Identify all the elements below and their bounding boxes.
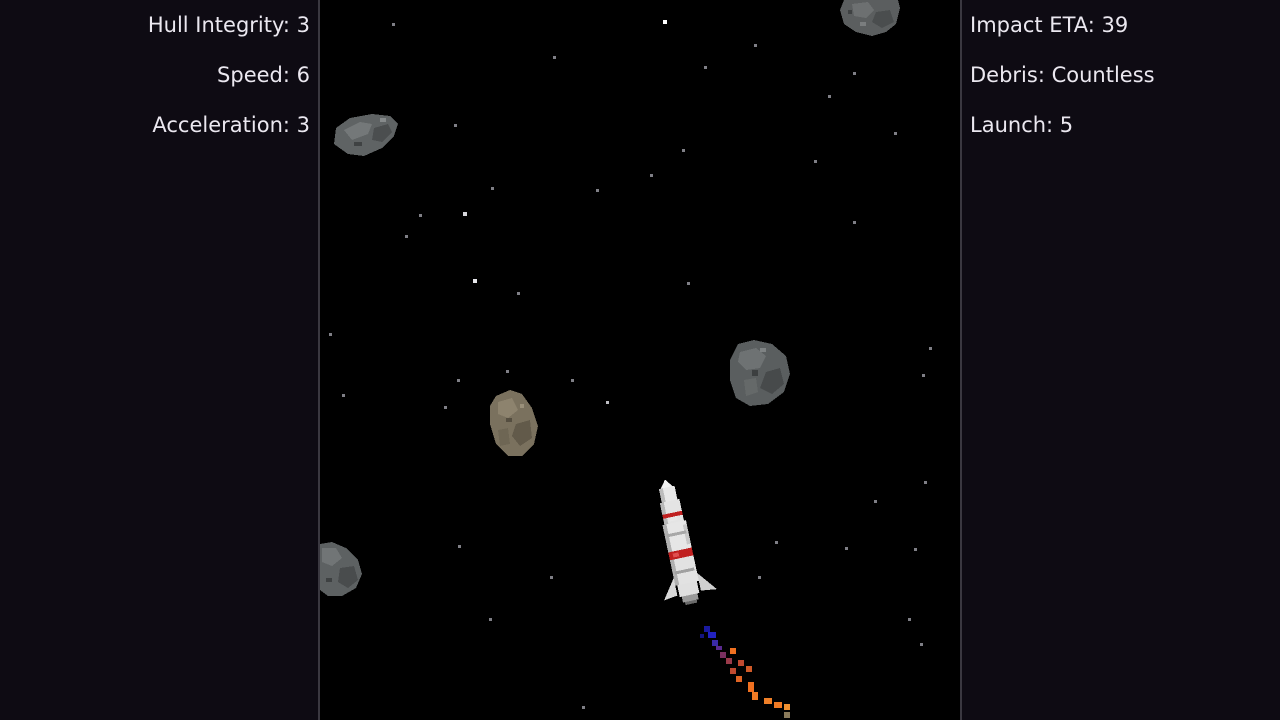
debris-label: Debris: Countless [970, 63, 1155, 87]
star [814, 160, 817, 163]
star [329, 333, 332, 336]
asteroid-icon [840, 0, 900, 36]
star [682, 149, 685, 152]
star [687, 282, 690, 285]
exhaust-trail-icon [700, 626, 790, 718]
speed-label: Speed: 6 [217, 63, 310, 87]
star [853, 72, 856, 75]
asteroid-icon [730, 340, 790, 406]
star [663, 20, 667, 24]
star [582, 706, 585, 709]
star [853, 221, 856, 224]
rocket-icon [658, 479, 717, 606]
starfield [329, 20, 932, 709]
impact-eta-label: Impact ETA: 39 [970, 13, 1129, 37]
acceleration-label: Acceleration: 3 [152, 113, 310, 137]
star [454, 124, 457, 127]
space-canvas [320, 0, 932, 718]
star [924, 481, 927, 484]
star [754, 44, 757, 47]
star [489, 618, 492, 621]
playfield[interactable] [318, 0, 962, 720]
star [894, 132, 897, 135]
star [473, 279, 477, 283]
star [922, 374, 925, 377]
star [596, 189, 599, 192]
star [444, 406, 447, 409]
star [775, 541, 778, 544]
left-hud-panel: Hull Integrity: 3 Speed: 6 Acceleration:… [0, 0, 318, 720]
star [571, 379, 574, 382]
star [491, 187, 494, 190]
star [704, 66, 707, 69]
star [920, 643, 923, 646]
game-screen: Hull Integrity: 3 Speed: 6 Acceleration:… [0, 0, 1280, 720]
star [458, 545, 461, 548]
star [874, 500, 877, 503]
launch-label: Launch: 5 [970, 113, 1074, 137]
star [405, 235, 408, 238]
star [914, 548, 917, 551]
star [650, 174, 653, 177]
right-hud-panel: Impact ETA: 39 Debris: Countless Launch:… [962, 0, 1280, 720]
star [506, 370, 509, 373]
star [553, 56, 556, 59]
star [342, 394, 345, 397]
star [828, 95, 831, 98]
star [550, 576, 553, 579]
asteroid-icon [320, 542, 362, 596]
star [929, 347, 932, 350]
star [392, 23, 395, 26]
hull-integrity-label: Hull Integrity: 3 [147, 13, 310, 37]
asteroid-icon [490, 390, 538, 456]
star [463, 212, 467, 216]
star [457, 379, 460, 382]
star [606, 401, 609, 404]
star [419, 214, 422, 217]
asteroid-icon [334, 114, 398, 156]
star [845, 547, 848, 550]
star [517, 292, 520, 295]
star [758, 576, 761, 579]
star [908, 618, 911, 621]
